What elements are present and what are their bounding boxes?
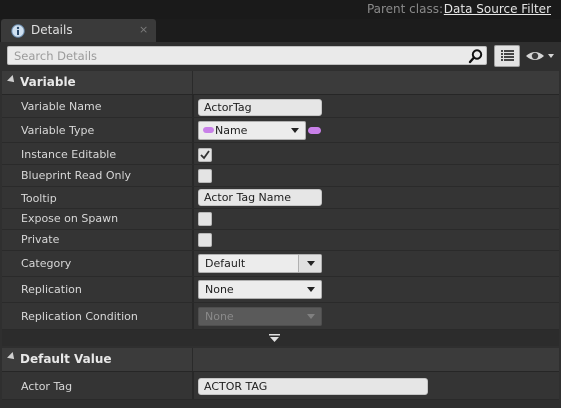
collapse-arrow-icon[interactable] [7, 75, 17, 85]
replication-dropdown[interactable]: None [198, 280, 322, 299]
row-category: Category Default [2, 251, 559, 277]
section-header-default-value[interactable]: Default Value [2, 348, 559, 372]
row-instance-editable: Instance Editable [2, 143, 559, 165]
replication-condition-dropdown: None [198, 307, 322, 326]
check-icon [200, 150, 210, 160]
row-label: Replication Condition [21, 310, 138, 323]
list-view-icon [501, 50, 514, 61]
row-label: Blueprint Read Only [21, 169, 132, 182]
row-private: Private [2, 230, 559, 251]
chevron-down-icon [307, 314, 315, 319]
section-title: Variable [20, 75, 76, 89]
section-header-variable[interactable]: Variable [2, 71, 559, 95]
eye-icon[interactable] [524, 46, 556, 66]
row-label: Variable Name [21, 100, 102, 113]
row-actor-tag: Actor Tag ACTOR TAG [2, 372, 559, 400]
section-title: Default Value [20, 352, 112, 366]
dropdown-value: None [205, 310, 234, 323]
row-variable-name: Variable Name ActorTag [2, 95, 559, 118]
advanced-expander[interactable] [2, 330, 559, 346]
name-pin-icon [203, 127, 214, 133]
tab-label: Details [31, 23, 73, 37]
row-label: Tooltip [21, 192, 57, 205]
details-info-icon [11, 24, 25, 38]
list-view-button[interactable] [494, 45, 520, 67]
expand-down-icon[interactable] [269, 334, 280, 343]
row-label: Category [21, 257, 72, 270]
row-label: Expose on Spawn [21, 212, 119, 225]
chevron-down-icon [307, 287, 315, 292]
close-icon[interactable]: × [139, 23, 148, 36]
tab-details[interactable]: Details × [1, 19, 156, 42]
variable-type-dropdown[interactable]: Name [198, 121, 306, 140]
chevron-down-icon [291, 128, 299, 133]
actor-tag-field[interactable]: ACTOR TAG [198, 378, 428, 395]
parent-class-link[interactable]: Data Source Filter [444, 2, 551, 16]
row-label: Instance Editable [21, 148, 117, 161]
search-icon[interactable] [468, 48, 484, 64]
search-input[interactable] [7, 46, 487, 65]
private-checkbox[interactable] [198, 233, 212, 247]
expose-on-spawn-checkbox[interactable] [198, 212, 212, 226]
row-replication: Replication None [2, 277, 559, 303]
row-label: Variable Type [21, 124, 95, 137]
row-blueprint-read-only: Blueprint Read Only [2, 165, 559, 187]
variable-name-field[interactable]: ActorTag [198, 99, 322, 116]
row-label: Replication [21, 283, 82, 296]
tooltip-field[interactable]: Actor Tag Name [198, 189, 322, 206]
dropdown-value: None [205, 283, 234, 296]
row-label: Private [21, 233, 60, 246]
dropdown-value: Name [215, 124, 248, 137]
instance-editable-checkbox[interactable] [198, 148, 212, 162]
category-dropdown[interactable]: Default [198, 254, 322, 273]
row-variable-type: Variable Type Name [2, 118, 559, 143]
dropdown-value: Default [205, 257, 246, 270]
row-replication-condition: Replication Condition None [2, 303, 559, 330]
chevron-down-icon [307, 261, 315, 266]
collapse-arrow-icon[interactable] [7, 352, 17, 362]
blueprint-read-only-checkbox[interactable] [198, 169, 212, 183]
row-expose-on-spawn: Expose on Spawn [2, 209, 559, 230]
container-type-pin-icon[interactable] [308, 127, 321, 134]
row-tooltip: Tooltip Actor Tag Name [2, 187, 559, 209]
parent-class-label: Parent class: [366, 2, 443, 16]
row-label: Actor Tag [21, 380, 73, 393]
